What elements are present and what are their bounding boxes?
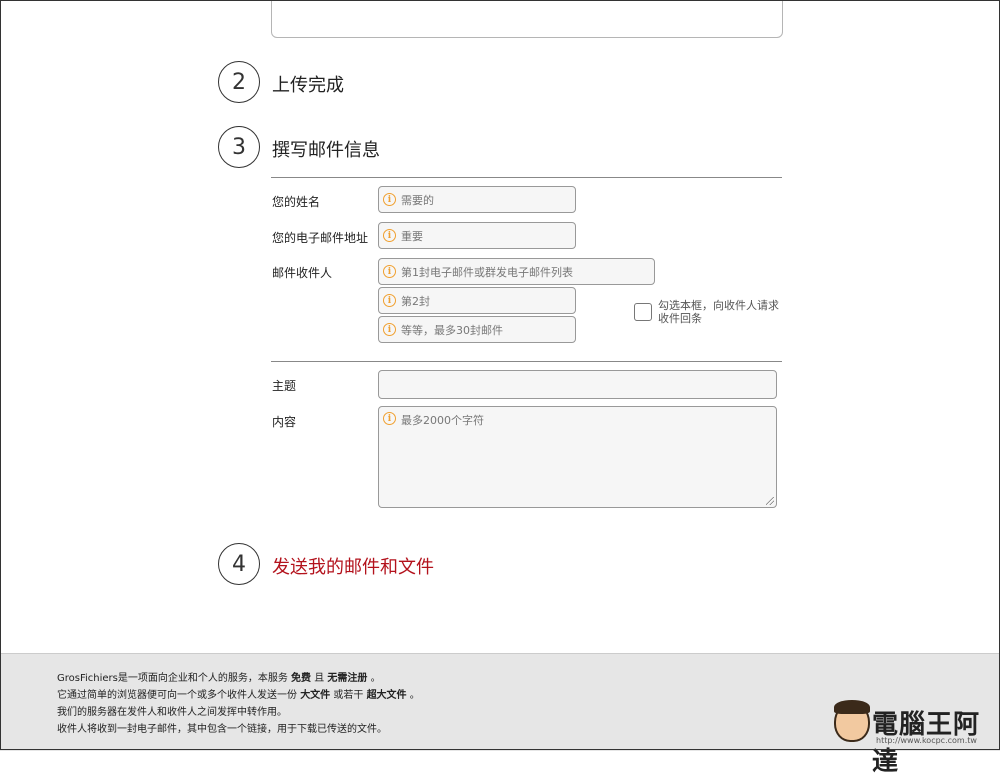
- name-placeholder: 需要的: [401, 193, 434, 207]
- step-2-circle: 2: [218, 61, 260, 103]
- footer-line-3: 我们的服务器在发件人和收件人之间发挥中转作用。: [57, 707, 287, 718]
- footer-line-4: 收件人将收到一封电子邮件，其中包含一个链接，用于下载已传送的文件。: [57, 724, 387, 735]
- content-placeholder: 最多2000个字符: [401, 414, 484, 427]
- info-circle-icon: i: [383, 323, 396, 336]
- footer-bold-large-file: 大文件: [300, 690, 331, 701]
- step-3-title: 撰写邮件信息: [272, 140, 380, 161]
- footer-bold-huge-files: 超大文件: [366, 690, 407, 701]
- content-label: 内容: [272, 415, 297, 429]
- info-circle-icon: i: [383, 265, 396, 278]
- step-2-title: 上传完成: [272, 75, 344, 96]
- footer-bold-free: 免费: [291, 673, 312, 684]
- subject-label: 主题: [272, 379, 297, 393]
- previous-step-box: [271, 0, 783, 38]
- divider-middle: [271, 361, 782, 362]
- recipient-1-input[interactable]: i 第1封电子邮件或群发电子邮件列表: [378, 258, 655, 285]
- subject-input[interactable]: [378, 370, 777, 399]
- info-circle-icon: i: [383, 412, 396, 425]
- receipt-checkbox[interactable]: [634, 303, 652, 321]
- mascot-hair-icon: [834, 700, 870, 714]
- step-4-circle[interactable]: 4: [218, 543, 260, 585]
- info-circle-icon: i: [383, 193, 396, 206]
- step-3-circle: 3: [218, 126, 260, 168]
- recipient-2-input[interactable]: i 第2封: [378, 287, 576, 314]
- footer-bold-no-registration: 无需注册: [327, 673, 368, 684]
- recipient-3-input[interactable]: i 等等，最多30封邮件: [378, 316, 576, 343]
- watermark-url: http://www.kocpc.com.tw: [876, 736, 977, 745]
- name-label: 您的姓名: [272, 195, 321, 209]
- divider-top: [271, 177, 782, 178]
- footer-text: 且: [314, 673, 325, 684]
- footer-line-1: GrosFichiers是一项面向企业和个人的服务，本服务 免费 且 无需注册 …: [57, 669, 381, 684]
- recipient-1-placeholder: 第1封电子邮件或群发电子邮件列表: [401, 265, 573, 279]
- recipient-3-placeholder: 等等，最多30封邮件: [401, 323, 503, 337]
- footer-text: 它通过简单的浏览器便可向一个或多个收件人发送一份: [57, 690, 297, 701]
- footer-line-2: 它通过简单的浏览器便可向一个或多个收件人发送一份 大文件 或若干 超大文件 。: [57, 686, 420, 701]
- resize-handle[interactable]: [766, 497, 774, 505]
- step-3-number: 3: [232, 134, 246, 160]
- step-4-number: 4: [232, 551, 246, 577]
- watermark-logo: 電腦王阿達 http://www.kocpc.com.tw: [828, 700, 998, 777]
- footer-text: 。: [409, 690, 420, 701]
- name-input[interactable]: i 需要的: [378, 186, 576, 213]
- receipt-checkbox-label: 勾选本框，向收件人请求收件回条: [658, 299, 779, 325]
- send-button[interactable]: 发送我的邮件和文件: [272, 553, 434, 579]
- footer-text: GrosFichiers是一项面向企业和个人的服务，本服务: [57, 673, 288, 684]
- step-2-number: 2: [232, 69, 246, 95]
- email-input[interactable]: i 重要: [378, 222, 576, 249]
- info-circle-icon: i: [383, 294, 396, 307]
- footer-text: 或若干: [333, 690, 364, 701]
- footer-text: 。: [370, 673, 381, 684]
- info-circle-icon: i: [383, 229, 396, 242]
- email-label: 您的电子邮件地址: [272, 231, 369, 245]
- recipients-label: 邮件收件人: [272, 266, 333, 280]
- content-textarea[interactable]: i 最多2000个字符: [378, 406, 777, 508]
- email-placeholder: 重要: [401, 229, 423, 243]
- recipient-2-placeholder: 第2封: [401, 294, 430, 308]
